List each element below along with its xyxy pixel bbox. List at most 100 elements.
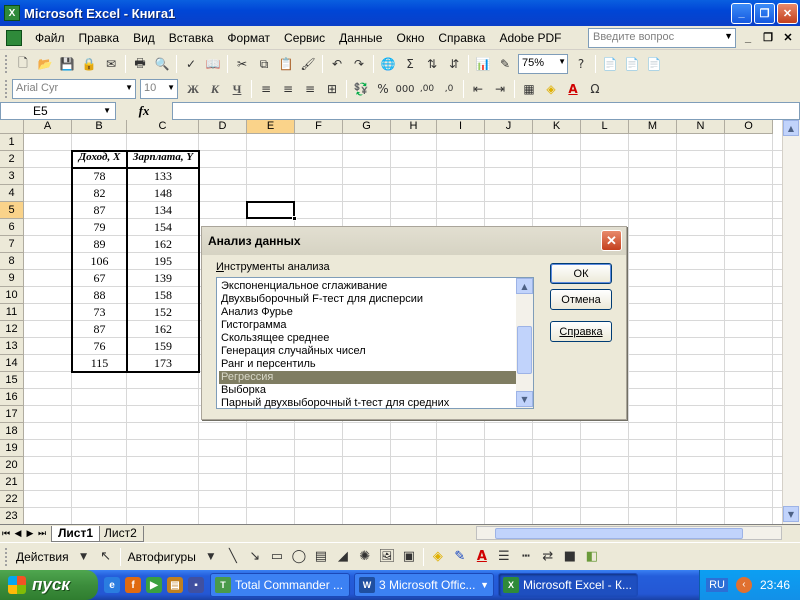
align-center-icon[interactable]: ≡: [277, 78, 299, 100]
omega-symbol-icon[interactable]: Ω: [584, 78, 606, 100]
align-left-icon[interactable]: ≡: [255, 78, 277, 100]
scroll-up-icon[interactable]: ▲: [516, 278, 533, 294]
restore-button[interactable]: ❐: [754, 2, 775, 24]
new-document-icon[interactable]: 🗋: [12, 53, 34, 75]
media-icon[interactable]: ▶: [146, 577, 162, 593]
row-header-7[interactable]: 7: [0, 236, 24, 253]
column-header-i[interactable]: I: [437, 120, 485, 134]
row-header-15[interactable]: 15: [0, 372, 24, 389]
row-header-6[interactable]: 6: [0, 219, 24, 236]
first-sheet-icon[interactable]: ⏮: [0, 529, 12, 539]
font-color-icon[interactable]: A: [562, 78, 584, 100]
increase-indent-icon[interactable]: ⇥: [489, 78, 511, 100]
taskbar-item-excel[interactable]: X Microsoft Excel - К...: [498, 573, 638, 597]
row-header-14[interactable]: 14: [0, 355, 24, 372]
save-icon[interactable]: 💾: [56, 53, 78, 75]
decrease-indent-icon[interactable]: ⇤: [467, 78, 489, 100]
language-indicator[interactable]: RU: [706, 578, 728, 592]
analysis-tool-item[interactable]: Регрессия: [219, 371, 517, 384]
copy-icon[interactable]: ⧉: [253, 53, 275, 75]
comma-style-icon[interactable]: 000: [394, 78, 416, 100]
cancel-button[interactable]: Отмена: [550, 289, 612, 310]
sort-ascending-icon[interactable]: ⇅: [421, 53, 443, 75]
fill-color-icon[interactable]: ◈: [427, 546, 449, 568]
row-header-4[interactable]: 4: [0, 185, 24, 202]
pdf-email-icon[interactable]: 📄: [621, 53, 643, 75]
prev-sheet-icon[interactable]: ◀: [12, 529, 24, 539]
analysis-tool-item[interactable]: Выборка: [219, 384, 517, 397]
close-button[interactable]: ✕: [777, 2, 798, 24]
row-header-21[interactable]: 21: [0, 474, 24, 491]
save-icon[interactable]: ▪: [188, 577, 204, 593]
analysis-tool-item[interactable]: Двухвыборочный F-тест для дисперсии: [219, 293, 517, 306]
analysis-tool-item[interactable]: Скользящее среднее: [219, 332, 517, 345]
percent-icon[interactable]: %: [372, 78, 394, 100]
research-icon[interactable]: 📖: [202, 53, 224, 75]
horizontal-scrollbar[interactable]: [476, 526, 782, 540]
analysis-tools-list[interactable]: Парный двухвыборочный t-тест для средних…: [216, 277, 534, 409]
undo-icon[interactable]: ↶: [326, 53, 348, 75]
paste-icon[interactable]: 📋: [275, 53, 297, 75]
name-box[interactable]: E5 ▼: [0, 102, 116, 120]
taskbar-item-office[interactable]: W 3 Microsoft Offic... ▼: [354, 573, 494, 597]
fill-color-icon[interactable]: ◈: [540, 78, 562, 100]
row-header-16[interactable]: 16: [0, 389, 24, 406]
underline-icon[interactable]: Ч: [226, 78, 248, 100]
menu-view[interactable]: Вид: [126, 28, 162, 48]
bold-icon[interactable]: Ж: [182, 78, 204, 100]
oval-icon[interactable]: ◯: [288, 546, 310, 568]
menu-data[interactable]: Данные: [332, 28, 389, 48]
merge-center-icon[interactable]: ⊞: [321, 78, 343, 100]
row-header-13[interactable]: 13: [0, 338, 24, 355]
menu-tools[interactable]: Сервис: [277, 28, 332, 48]
row-header-10[interactable]: 10: [0, 287, 24, 304]
autosum-icon[interactable]: Σ: [399, 53, 421, 75]
row-header-5[interactable]: 5: [0, 202, 24, 219]
column-header-m[interactable]: M: [629, 120, 677, 134]
row-header-12[interactable]: 12: [0, 321, 24, 338]
column-header-b[interactable]: B: [72, 120, 127, 134]
doc-minimize-button[interactable]: _: [740, 32, 756, 44]
line-color-icon[interactable]: ✎: [449, 546, 471, 568]
scroll-up-icon[interactable]: ▲: [783, 120, 799, 136]
menu-edit[interactable]: Правка: [72, 28, 127, 48]
excel-app-icon[interactable]: X: [4, 5, 20, 21]
picture-icon[interactable]: ▣: [398, 546, 420, 568]
column-header-o[interactable]: O: [725, 120, 773, 134]
help-button[interactable]: Справка: [550, 321, 612, 342]
minimize-button[interactable]: _: [731, 2, 752, 24]
sheet-tab-2[interactable]: Лист2: [97, 525, 144, 542]
column-header-j[interactable]: J: [485, 120, 533, 134]
textbox-icon[interactable]: ▤: [310, 546, 332, 568]
formula-input[interactable]: [172, 102, 800, 120]
open-folder-icon[interactable]: 📂: [34, 53, 56, 75]
row-header-8[interactable]: 8: [0, 253, 24, 270]
dropdown-arrow-icon[interactable]: ▼: [73, 546, 95, 568]
redo-icon[interactable]: ↷: [348, 53, 370, 75]
clipart-icon[interactable]: 🖼: [376, 546, 398, 568]
analysis-tool-item[interactable]: Гистограмма: [219, 319, 517, 332]
column-header-d[interactable]: D: [199, 120, 247, 134]
insert-function-icon[interactable]: fx: [116, 103, 172, 119]
toolbar-grip[interactable]: [5, 80, 9, 98]
print-icon[interactable]: 🖶: [129, 53, 151, 75]
menu-window[interactable]: Окно: [389, 28, 431, 48]
column-header-h[interactable]: H: [391, 120, 437, 134]
column-header-a[interactable]: A: [24, 120, 72, 134]
row-header-3[interactable]: 3: [0, 168, 24, 185]
scroll-down-icon[interactable]: ▼: [783, 506, 799, 522]
help-question-input[interactable]: Введите вопрос ▼: [588, 27, 736, 48]
hyperlink-icon[interactable]: 🌐: [377, 53, 399, 75]
column-header-f[interactable]: F: [295, 120, 343, 134]
dropdown-arrow-icon[interactable]: ▼: [103, 106, 111, 115]
tray-expand-icon[interactable]: ‹: [735, 577, 752, 593]
increase-decimal-icon[interactable]: ,00: [416, 78, 438, 100]
borders-icon[interactable]: ▦: [518, 78, 540, 100]
font-size-select[interactable]: 10 ▼: [140, 79, 178, 99]
analysis-tool-item[interactable]: Ранг и персентиль: [219, 358, 517, 371]
doc-restore-button[interactable]: ❐: [760, 31, 776, 44]
dialog-close-button[interactable]: ✕: [601, 230, 622, 251]
row-header-11[interactable]: 11: [0, 304, 24, 321]
active-cell[interactable]: [246, 201, 297, 221]
font-name-select[interactable]: Arial Cyr ▼: [12, 79, 136, 99]
